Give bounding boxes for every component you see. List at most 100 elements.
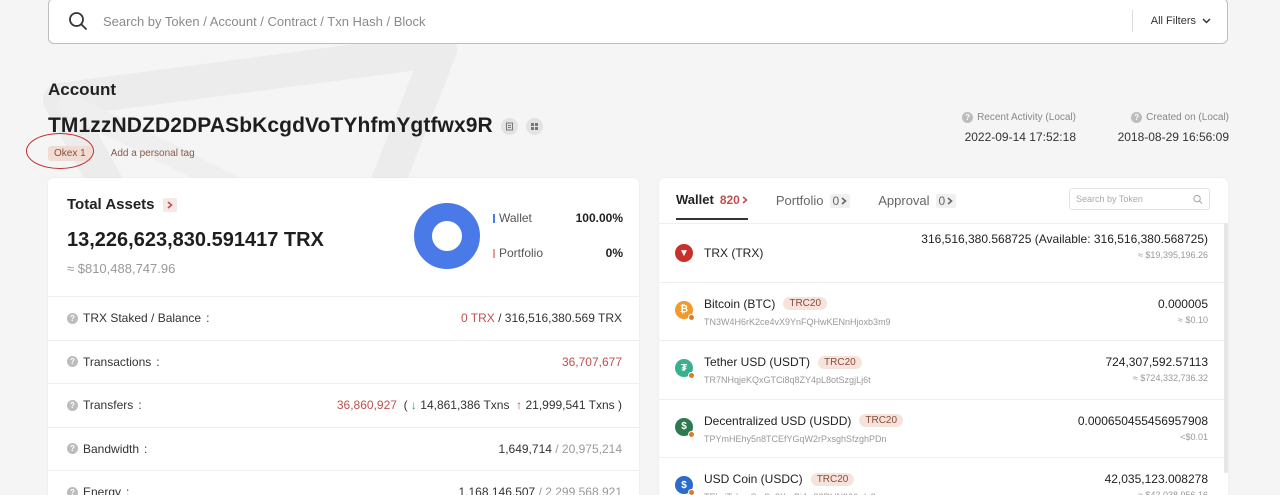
- total-assets-title[interactable]: Total Assets: [67, 196, 177, 213]
- token-name[interactable]: USD Coin (USDC) TRC20: [704, 472, 855, 486]
- token-contract-address[interactable]: TPYmHEhy5n8TCEfYGqW2rPxsghSfzghPDn: [704, 434, 887, 444]
- token-usd-value: ≈ $724,332,736.32: [1132, 373, 1208, 384]
- total-assets-label: Total Assets: [67, 196, 155, 213]
- tab-wallet[interactable]: Wallet 820: [676, 190, 748, 220]
- token-row[interactable]: ₿ Bitcoin (BTC) TRC20 TN3W4H6rK2ce4vX9YnFQH…: [659, 281, 1228, 341]
- help-icon[interactable]: ?: [67, 443, 78, 455]
- legend-wallet-label: Wallet: [499, 211, 532, 225]
- bandwidth-total: / 20,975,214: [555, 441, 622, 456]
- bitcoin-icon: ₿: [675, 300, 695, 321]
- highlight-circle: [26, 133, 94, 169]
- token-amount: 0.000005: [1157, 296, 1208, 311]
- token-name-label: Decentralized USD (USDD): [704, 413, 852, 428]
- account-tag[interactable]: Okex 1: [26, 133, 94, 169]
- energy-total: / 2,299,568,921: [538, 485, 622, 495]
- legend-portfolio-label: Portfolio: [499, 246, 544, 260]
- help-icon[interactable]: ?: [67, 399, 78, 411]
- add-personal-tag-link[interactable]: Add a personal tag: [111, 148, 195, 159]
- token-standard-badge: TRC20: [810, 472, 855, 486]
- token-contract-address[interactable]: TN3W4H6rK2ce4vX9YnFQHwKENnHjoxb3m9: [704, 317, 891, 327]
- transactions-value[interactable]: 36,707,677: [562, 355, 622, 369]
- search-icon[interactable]: [1193, 194, 1203, 205]
- help-icon[interactable]: ?: [1131, 112, 1143, 123]
- token-row[interactable]: $USD Coin (USDC)TRC20TEkxiTehnzSmSe2XqrB…: [659, 457, 1228, 495]
- donut-wallet-slice: [414, 203, 480, 269]
- wallet-tabs: Wallet 820 Portfolio 0 Approval 0: [676, 190, 957, 220]
- tab-portfolio-count: 0: [832, 193, 840, 208]
- search-icon[interactable]: [68, 11, 88, 31]
- transfers-total[interactable]: 36,860,927: [337, 398, 397, 412]
- account-heading: Account: [48, 80, 116, 99]
- legend-portfolio: Portfolio 0%: [493, 246, 623, 260]
- wallet-card: Wallet 820 Portfolio 0 Approval 0 ▼ TRX (…: [659, 178, 1228, 495]
- help-icon[interactable]: ?: [67, 486, 78, 495]
- tron-icon: ▼: [675, 244, 693, 262]
- copy-address-button[interactable]: [500, 117, 518, 135]
- token-standard-badge: TRC20: [818, 355, 862, 369]
- stat-bandwidth-label: Bandwidth: [83, 441, 140, 456]
- stat-staked: ? TRX Staked / Balance: 0 TRX / 316,516,3…: [48, 296, 639, 340]
- tab-wallet-count: 820: [719, 192, 740, 207]
- token-row[interactable]: ▼ TRX (TRX) 316,516,380.568725 (Available:…: [659, 223, 1228, 282]
- qr-code-button[interactable]: [525, 117, 543, 135]
- token-usd-value: ≈ $19,395,196.26: [1137, 250, 1208, 260]
- stat-transactions: ? Transactions: 36,707,677: [48, 339, 639, 384]
- created-on-value: 2018-08-29 16:56:09: [1117, 130, 1229, 144]
- verified-badge-icon: [688, 313, 695, 321]
- token-row[interactable]: ₮ Tether USD (USDT) TRC20 TR7NHqjeKQxGTCi8q…: [659, 340, 1228, 399]
- help-icon[interactable]: ?: [962, 112, 974, 123]
- recent-activity-value: 2022-09-14 17:52:18: [964, 130, 1076, 144]
- chevron-down-icon: [1202, 18, 1211, 24]
- recent-activity: ? Recent Activity (Local) 2022-09-14 17:5…: [962, 112, 1076, 144]
- asset-donut-chart: [414, 203, 480, 269]
- token-name[interactable]: Bitcoin (BTC) TRC20: [704, 296, 828, 311]
- token-name[interactable]: Tether USD (USDT) TRC20: [704, 355, 862, 369]
- chevron-right-icon[interactable]: [162, 197, 177, 212]
- token-search-input[interactable]: [1076, 194, 1193, 204]
- stat-staked-label: TRX Staked / Balance: [83, 311, 202, 326]
- token-name[interactable]: TRX (TRX): [704, 246, 763, 260]
- help-icon[interactable]: ?: [67, 312, 78, 324]
- verified-badge-icon: [688, 430, 695, 438]
- total-assets-usd: ≈ $810,488,747.96: [67, 261, 176, 276]
- transfers-out: 21,999,541 Txns: [525, 398, 615, 413]
- all-filters-dropdown[interactable]: All Filters: [1133, 15, 1227, 27]
- stat-transfers: ? Transfers: 36,860,927 ( ↓ 14,861,386 Tx…: [48, 383, 639, 427]
- account-address: TM1zzNDZD2DPASbKcgdVoTYhfmYgtfwx9R: [48, 114, 493, 137]
- verified-badge-icon: [688, 372, 695, 380]
- account-stats: ? TRX Staked / Balance: 0 TRX / 316,516,3…: [48, 296, 639, 495]
- legend-portfolio-swatch: [493, 248, 495, 258]
- token-contract-address[interactable]: TR7NHqjeKQxGTCi8q8ZY4pL8otSzgjLj6t: [704, 375, 871, 385]
- staked-trx[interactable]: 0 TRX: [461, 311, 495, 325]
- usdd-icon: $: [675, 417, 695, 438]
- stat-bandwidth: ? Bandwidth: 1,649,714 / 20,975,214: [48, 426, 639, 471]
- token-name-label: Bitcoin (BTC): [704, 296, 776, 311]
- verified-badge-icon: [688, 489, 695, 495]
- total-assets-trx: 13,226,623,830.591417 TRX: [67, 229, 324, 251]
- stat-transactions-label: Transactions: [83, 354, 152, 369]
- help-icon[interactable]: ?: [67, 356, 78, 368]
- energy-used: 1,168,146,507: [458, 485, 536, 495]
- token-name[interactable]: Decentralized USD (USDD) TRC20: [704, 413, 904, 428]
- token-usd-value: ≈ $0.10: [1178, 314, 1208, 325]
- scrollbar[interactable]: [1224, 223, 1228, 473]
- total-assets-card: Total Assets 13,226,623,830.591417 TRX ≈…: [48, 178, 639, 495]
- copy-icon: [505, 122, 513, 130]
- legend-wallet-value: 100.00%: [575, 211, 623, 225]
- usdc-icon: $: [675, 476, 695, 495]
- tab-portfolio[interactable]: Portfolio 0: [776, 190, 851, 220]
- token-row[interactable]: $ Decentralized USD (USDD) TRC20 TPYmHEhy5n…: [659, 398, 1228, 458]
- arrow-down-icon: ↓: [410, 398, 417, 413]
- token-amount: 0.000650455456957908: [1077, 413, 1208, 428]
- tab-approval-count: 0: [938, 193, 946, 208]
- balance-trx: / 316,516,380.569 TRX: [498, 311, 622, 326]
- qr-code-icon: [530, 122, 538, 130]
- all-filters-label: All Filters: [1150, 15, 1196, 27]
- tab-approval[interactable]: Approval 0: [878, 190, 957, 220]
- created-on-label: Created on (Local): [1146, 112, 1229, 123]
- legend-portfolio-value: 0%: [605, 246, 623, 260]
- tab-approval-label: Approval: [878, 193, 930, 208]
- tab-wallet-label: Wallet: [676, 192, 714, 207]
- created-on: ? Created on (Local) 2018-08-29 16:56:09: [1118, 112, 1229, 144]
- search-input[interactable]: [103, 0, 1132, 43]
